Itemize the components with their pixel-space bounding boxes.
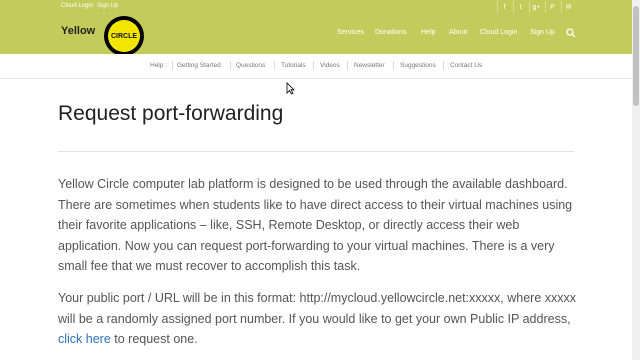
google-plus-icon[interactable]: g+ (529, 1, 543, 13)
nav-help[interactable]: Help (421, 29, 435, 36)
subnav-divider (274, 61, 275, 70)
intro-paragraph: Yellow Circle computer lab platform is d… (58, 177, 573, 273)
subnav-videos[interactable]: Videos (320, 62, 340, 69)
site-header: Cloud Login Sign Up f t g+ P ✉ Yellow CI… (0, 0, 632, 56)
nav-cloud-login[interactable]: Cloud Login (480, 29, 517, 36)
nav-services[interactable]: Services (337, 29, 364, 36)
format-text-end: to request one. (110, 332, 198, 346)
search-icon[interactable] (566, 28, 576, 38)
subnav-newsletter[interactable]: Newsletter (354, 62, 385, 69)
click-here-link[interactable]: click here (58, 332, 111, 346)
nav-sign-up[interactable]: Sign Up (530, 29, 555, 36)
subnav-divider (230, 61, 231, 70)
page-title: Request port-forwarding (58, 102, 284, 125)
scrollbar-thumb[interactable] (633, 6, 639, 106)
title-divider (58, 151, 574, 152)
subnav-divider (393, 61, 394, 70)
subnav-tutorials[interactable]: Tutorials (281, 62, 306, 69)
logo-circle-text: CIRCLE (110, 32, 138, 40)
logo-text[interactable]: Yellow (61, 25, 95, 37)
pinterest-icon[interactable]: P (545, 1, 559, 13)
page-scrollbar[interactable] (632, 0, 640, 360)
subnav-contact-us[interactable]: Contact Us (450, 62, 482, 69)
subnav-divider (347, 61, 348, 70)
nav-about[interactable]: About (449, 29, 467, 36)
nav-donations[interactable]: Donations (375, 29, 407, 36)
subnav-help-label: Help : (150, 62, 167, 69)
format-text: Your public port / URL will be in this f… (58, 291, 577, 326)
format-paragraph: Your public port / URL will be in this f… (58, 288, 578, 350)
subnav-divider (443, 61, 444, 70)
email-icon[interactable]: ✉ (561, 1, 575, 13)
subnav-divider (313, 61, 314, 70)
top-cloud-login-link[interactable]: Cloud Login (61, 3, 93, 9)
subnav-divider (172, 61, 173, 70)
sub-navigation: Help : Getting Started Questions Tutoria… (0, 54, 632, 79)
top-sign-up-link[interactable]: Sign Up (97, 3, 118, 9)
subnav-getting-started[interactable]: Getting Started (177, 62, 221, 69)
logo-circle[interactable]: CIRCLE (104, 16, 144, 56)
mouse-cursor-icon (286, 82, 295, 95)
facebook-icon[interactable]: f (497, 1, 511, 13)
twitter-icon[interactable]: t (513, 1, 527, 13)
subnav-suggestions[interactable]: Suggestions (400, 62, 436, 69)
subnav-questions[interactable]: Questions (236, 62, 265, 69)
top-bar: Cloud Login Sign Up f t g+ P ✉ (0, 0, 632, 14)
